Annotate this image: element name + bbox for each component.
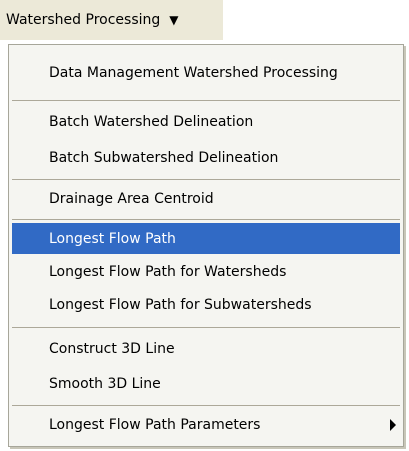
menu-item-data-management-watershed-processing[interactable]: Data Management Watershed Processing xyxy=(12,57,400,88)
menu-separator xyxy=(12,327,400,328)
menu-separator xyxy=(12,179,400,180)
menu-separator xyxy=(12,219,400,220)
menu-item-longest-flow-path-for-watersheds[interactable]: Longest Flow Path for Watersheds xyxy=(12,256,400,287)
menu-item-smooth-3d-line[interactable]: Smooth 3D Line xyxy=(12,368,400,399)
watershed-processing-menu[interactable]: Watershed Processing ▼ xyxy=(0,0,223,40)
menu-item-drainage-area-centroid[interactable]: Drainage Area Centroid xyxy=(12,183,400,214)
menu-item-longest-flow-path[interactable]: Longest Flow Path xyxy=(12,223,400,254)
dropdown-menu: Data Management Watershed Processing Bat… xyxy=(8,44,404,447)
menu-item-batch-watershed-delineation[interactable]: Batch Watershed Delineation xyxy=(12,106,400,137)
submenu-arrow-icon xyxy=(390,418,396,431)
dropdown-arrow-icon: ▼ xyxy=(169,13,179,27)
menu-item-construct-3d-line[interactable]: Construct 3D Line xyxy=(12,333,400,364)
menu-item-batch-subwatershed-delineation[interactable]: Batch Subwatershed Delineation xyxy=(12,142,400,173)
menu-separator xyxy=(12,100,400,101)
menu-item-longest-flow-path-parameters[interactable]: Longest Flow Path Parameters xyxy=(12,409,400,440)
menu-item-longest-flow-path-for-subwatersheds[interactable]: Longest Flow Path for Subwatersheds xyxy=(12,289,400,320)
menu-title: Watershed Processing xyxy=(6,12,161,28)
menu-separator xyxy=(12,405,400,406)
